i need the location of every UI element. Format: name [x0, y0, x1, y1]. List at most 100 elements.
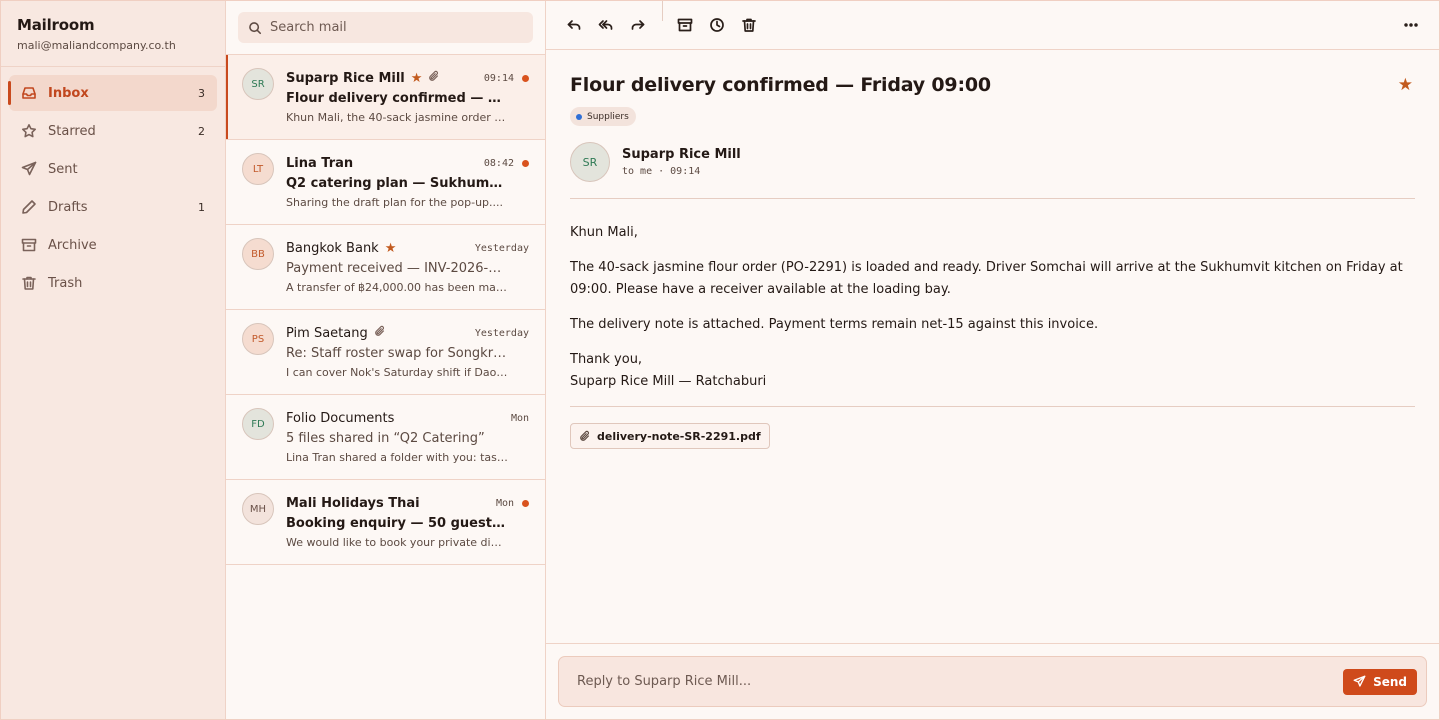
nav-item-count: 2 — [198, 124, 205, 138]
send-button[interactable]: Send — [1343, 668, 1417, 695]
trash-icon[interactable] — [737, 13, 761, 37]
folder-nav: Inbox 3 Starred 2 Sent Drafts 1 Archive — [1, 67, 225, 303]
message-preview: Khun Mali, the 40-sack jasmine order is.… — [286, 111, 508, 124]
sender-info: SR Suparp Rice Mill to me · 09:14 — [570, 142, 1415, 182]
message-time: 09:14 — [483, 72, 514, 84]
message-sender: Pim Saetang — [286, 325, 368, 341]
nav-item-starred[interactable]: Starred 2 — [9, 113, 217, 149]
message-subject: Payment received — INV-2026-0141 — [286, 261, 508, 276]
message-row[interactable]: PS Pim Saetang Yesterday Re: Staff roste… — [226, 310, 545, 395]
inbox-icon — [21, 85, 37, 101]
body-paragraph: The 40-sack jasmine flour order (PO-2291… — [570, 260, 1403, 297]
message-preview: A transfer of ฿24,000.00 has been matche… — [286, 281, 508, 294]
body-paragraph: Thank you, Suparp Rice Mill — Ratchaburi — [570, 352, 767, 389]
avatar: BB — [242, 238, 274, 270]
label-tag[interactable]: Suppliers — [570, 107, 636, 126]
star-icon[interactable]: ★ — [411, 71, 423, 86]
unread-dot — [522, 159, 529, 167]
app-name: Mailroom — [17, 16, 95, 34]
avatar: MH — [242, 493, 274, 525]
unread-dot — [522, 74, 529, 82]
avatar: SR — [570, 142, 610, 182]
message-time: Mon — [510, 412, 529, 424]
more-icon[interactable] — [1399, 13, 1423, 37]
reply-box: Send — [558, 656, 1427, 707]
reply-icon[interactable] — [562, 13, 586, 37]
message-time: Yesterday — [474, 327, 529, 339]
nav-item-trash[interactable]: Trash — [9, 265, 217, 301]
message-sender: Bangkok Bank — [286, 240, 379, 256]
tag-dot — [576, 113, 582, 120]
avatar: FD — [242, 408, 274, 440]
nav-item-inbox[interactable]: Inbox 3 — [8, 75, 217, 111]
message-row[interactable]: MH Mali Holidays Thai Mon Booking enquir… — [226, 480, 545, 565]
star-icon — [21, 123, 37, 139]
message-sender: Mali Holidays Thai — [286, 495, 420, 511]
message-subject: Q2 catering plan — Sukhumvit p... — [286, 176, 508, 191]
message-preview: Lina Tran shared a folder with you: tast… — [286, 451, 508, 464]
message-body: Khun Mali, The 40-sack jasmine flour ord… — [570, 222, 1415, 393]
star-icon[interactable]: ★ — [1398, 75, 1413, 95]
paperclip-icon — [422, 70, 440, 86]
pencil-icon — [21, 199, 37, 215]
nav-item-count: 1 — [198, 200, 205, 214]
nav-item-archive[interactable]: Archive — [9, 227, 217, 263]
message-row[interactable]: LT Lina Tran 08:42 Q2 catering plan — Su… — [226, 140, 545, 225]
search-input[interactable] — [270, 20, 510, 35]
paperclip-icon — [580, 430, 590, 441]
mail-subject: Flour delivery confirmed — Friday 09:00 — [570, 74, 991, 96]
archive-icon — [21, 237, 37, 253]
nav-item-label: Trash — [48, 275, 83, 291]
forward-icon[interactable] — [626, 13, 650, 37]
search-box[interactable] — [238, 12, 533, 43]
message-preview: We would like to book your private dini.… — [286, 536, 508, 549]
divider — [570, 406, 1415, 407]
message-row[interactable]: FD Folio Documents Mon 5 files shared in… — [226, 395, 545, 480]
trash-icon — [21, 275, 37, 291]
avatar: LT — [242, 153, 274, 185]
sidebar: Mailroom mali@maliandcompany.co.th Inbox… — [1, 1, 226, 719]
search-bar — [226, 1, 545, 55]
reply-input[interactable] — [577, 674, 1344, 689]
message-time: Yesterday — [474, 242, 529, 254]
nav-item-sent[interactable]: Sent — [9, 151, 217, 187]
account-header: Mailroom mali@maliandcompany.co.th — [1, 1, 225, 67]
body-paragraph: The delivery note is attached. Payment t… — [570, 317, 1099, 332]
reading-pane: Flour delivery confirmed — Friday 09:00 … — [546, 1, 1439, 719]
clock-icon[interactable] — [705, 13, 729, 37]
message-subject: 5 files shared in “Q2 Catering” — [286, 431, 485, 446]
reply-all-icon[interactable] — [594, 13, 618, 37]
star-icon[interactable]: ★ — [385, 241, 397, 256]
search-icon — [249, 21, 262, 34]
send-icon — [1353, 675, 1366, 687]
message-toolbar — [546, 1, 1439, 50]
send-icon — [21, 161, 37, 177]
nav-item-label: Archive — [48, 237, 97, 253]
toolbar-divider — [662, 1, 663, 21]
avatar: PS — [242, 323, 274, 355]
message-preview: Sharing the draft plan for the pop-up...… — [286, 196, 504, 209]
divider — [570, 198, 1415, 199]
message-time: Mon — [495, 497, 514, 509]
sender-name[interactable]: Suparp Rice Mill — [622, 147, 741, 162]
message-row[interactable]: SR Suparp Rice Mill ★ 09:14 Flour delive… — [226, 55, 545, 140]
message-row[interactable]: BB Bangkok Bank ★ Yesterday Payment rece… — [226, 225, 545, 310]
nav-item-label: Drafts — [48, 199, 88, 215]
attachment-chip[interactable]: delivery-note-SR-2291.pdf — [570, 423, 770, 449]
message-sender: Folio Documents — [286, 410, 395, 426]
archive-icon[interactable] — [673, 13, 697, 37]
message-subject: Re: Staff roster swap for Songkran we... — [286, 346, 508, 361]
message-subject: Booking enquiry — 50 guests, 12... — [286, 516, 508, 531]
send-label: Send — [1373, 674, 1407, 689]
paperclip-icon — [368, 325, 386, 341]
attachment-name: delivery-note-SR-2291.pdf — [597, 429, 761, 443]
message-preview: I can cover Nok's Saturday shift if Dao … — [286, 366, 508, 379]
sender-meta: to me · 09:14 — [622, 166, 701, 177]
message-sender: Lina Tran — [286, 155, 354, 171]
message-subject: Flour delivery confirmed — Frida... — [286, 91, 508, 106]
message-content: Flour delivery confirmed — Friday 09:00 … — [546, 50, 1439, 643]
message-list: SR Suparp Rice Mill ★ 09:14 Flour delive… — [226, 1, 546, 719]
nav-item-drafts[interactable]: Drafts 1 — [9, 189, 217, 225]
account-email: mali@maliandcompany.co.th — [17, 39, 176, 52]
message-sender: Suparp Rice Mill — [286, 70, 405, 86]
